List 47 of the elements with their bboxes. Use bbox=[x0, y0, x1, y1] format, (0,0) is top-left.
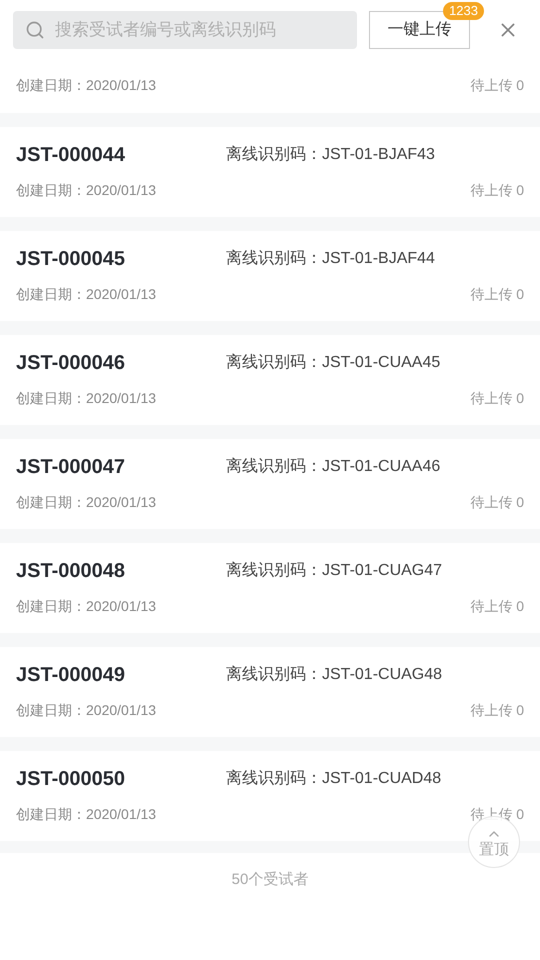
offline-code-label: 离线识别码： bbox=[226, 456, 322, 476]
upload-status: 待上传 0 bbox=[470, 700, 524, 720]
offline-code-label: 离线识别码： bbox=[226, 352, 322, 372]
created-date: 创建日期：2020/01/13 bbox=[16, 596, 156, 616]
record-id: JST-000047 bbox=[16, 454, 126, 480]
upload-status: 待上传 0 bbox=[470, 180, 524, 200]
created-date: 创建日期：2020/01/13 bbox=[16, 492, 156, 512]
upload-status: 待上传 0 bbox=[470, 388, 524, 408]
offline-code-label: 离线识别码： bbox=[226, 248, 322, 268]
offline-code: JST-01-CUAG47 bbox=[322, 560, 442, 580]
record-card[interactable]: JST-000049 离线识别码：JST-01-CUAG48 创建日期：2020/01/13 待上传 0 bbox=[0, 647, 540, 737]
record-id: JST-000044 bbox=[16, 142, 126, 168]
search-field[interactable]: 搜索受试者编号或离线识别码 bbox=[13, 11, 357, 49]
record-id: JST-000045 bbox=[16, 246, 126, 272]
created-date: 创建日期：2020/01/13 bbox=[16, 284, 156, 304]
created-date: 创建日期：2020/01/13 bbox=[16, 76, 156, 95]
upload-status: 待上传 0 bbox=[470, 76, 524, 95]
upload-status: 待上传 0 bbox=[470, 284, 524, 304]
record-card[interactable]: JST-000050 离线识别码：JST-01-CUAD48 创建日期：2020/01/13 待上传 0 bbox=[0, 751, 540, 841]
offline-code-label: 离线识别码： bbox=[226, 664, 322, 684]
created-date: 创建日期：2020/01/13 bbox=[16, 388, 156, 408]
record-card[interactable]: JST-000044 离线识别码：JST-01-BJAF43 创建日期：2020/01/13 待上传 0 bbox=[0, 127, 540, 217]
record-id: JST-000050 bbox=[16, 766, 126, 792]
search-icon bbox=[25, 20, 45, 40]
record-card[interactable]: JST-000046 离线识别码：JST-01-CUAA45 创建日期：2020/01/13 待上传 0 bbox=[0, 335, 540, 425]
record-card[interactable]: JST-000048 离线识别码：JST-01-CUAG47 创建日期：2020/01/13 待上传 0 bbox=[0, 543, 540, 633]
offline-code: JST-01-BJAF43 bbox=[322, 144, 435, 164]
created-date: 创建日期：2020/01/13 bbox=[16, 804, 156, 824]
record-card[interactable]: JST-000045 离线识别码：JST-01-BJAF44 创建日期：2020/01/13 待上传 0 bbox=[0, 231, 540, 321]
upload-status: 待上传 0 bbox=[470, 596, 524, 616]
record-id: JST-000046 bbox=[16, 350, 126, 376]
record-card[interactable]: JST-000047 离线识别码：JST-01-CUAA46 创建日期：2020/01/13 待上传 0 bbox=[0, 439, 540, 529]
created-date: 创建日期：2020/01/13 bbox=[16, 700, 156, 720]
offline-code: JST-01-CUAA46 bbox=[322, 456, 440, 476]
offline-code: JST-01-BJAF44 bbox=[322, 248, 435, 268]
offline-code-label: 离线识别码： bbox=[226, 144, 322, 164]
record-id: JST-000048 bbox=[16, 558, 126, 584]
offline-code: JST-01-CUAD48 bbox=[322, 768, 442, 788]
created-date: 创建日期：2020/01/13 bbox=[16, 180, 156, 200]
offline-code-label: 离线识别码： bbox=[226, 768, 322, 788]
record-id: JST-000049 bbox=[16, 662, 126, 688]
offline-code: JST-01-CUAA45 bbox=[322, 352, 440, 372]
offline-code: JST-01-CUAG48 bbox=[322, 664, 442, 684]
upload-status: 待上传 0 bbox=[470, 492, 524, 512]
offline-code-label: 离线识别码： bbox=[226, 560, 322, 580]
subject-count: 50个受试者 bbox=[232, 870, 308, 890]
count-badge: 1233 bbox=[443, 2, 484, 20]
